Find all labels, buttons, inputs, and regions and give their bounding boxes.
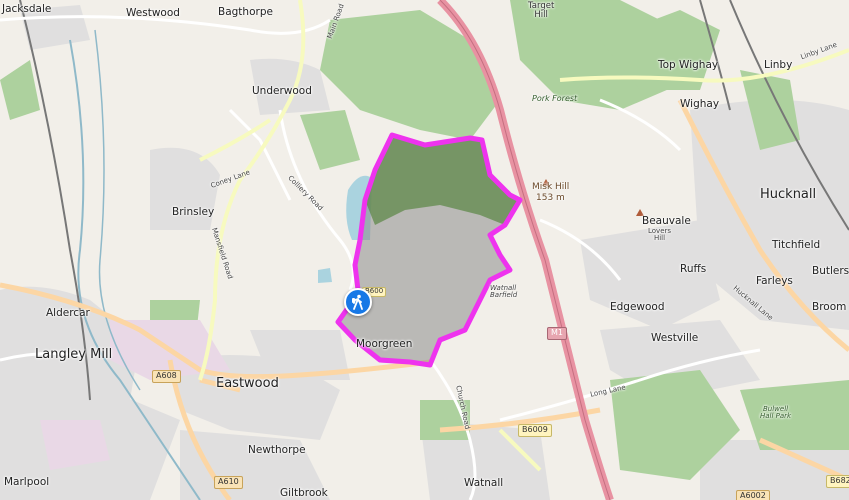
place-pork-forest: Pork Forest [532,94,578,103]
place-lovers-hill: Lovers Hill [648,227,672,242]
misk-hill-height: 153 m [536,193,565,203]
road-ref-a608: A608 [152,370,181,383]
hiker-icon [352,294,363,310]
place-misk-hill: Misk Hill [532,182,570,192]
place-bulwell-hall-park: Bulwell Hall Park [760,405,792,420]
place-moorgreen: Moorgreen [356,338,413,350]
place-aldercar: Aldercar [46,307,90,319]
place-watnall: Watnall [464,477,504,489]
road-ref-m1: M1 [547,327,567,340]
place-broom: Broom [812,301,847,313]
road-ref-a610: A610 [214,476,243,489]
road-ref-a6002: A6002 [736,490,770,500]
place-top-wighay: Top Wighay [658,59,719,71]
place-farleys: Farleys [756,275,793,287]
road-ref-b682: B682 [826,475,849,488]
place-beauvale: Beauvale [642,215,691,227]
map-canvas[interactable] [0,0,849,500]
place-brinsley: Brinsley [172,206,215,218]
place-westville: Westville [651,332,699,344]
place-titchfield: Titchfield [772,239,821,251]
place-giltbrook: Giltbrook [280,487,328,499]
place-hucknall: Hucknall [760,187,817,202]
place-butlers: Butlers [812,265,849,277]
place-jacksdale: Jacksdale [2,3,52,15]
place-edgewood: Edgewood [610,301,665,313]
place-eastwood: Eastwood [216,376,279,391]
place-target-hill: Target Hill [528,1,555,20]
place-westwood: Westwood [126,7,180,19]
place-ruffs: Ruffs [680,263,707,275]
place-linby: Linby [764,59,793,71]
road-ref-b6009: B6009 [518,424,552,437]
place-wighay: Wighay [680,98,720,110]
location-marker[interactable] [344,288,372,316]
place-marlpool: Marlpool [4,476,50,488]
place-watnall-barfield: Watnall Barfield [490,284,518,299]
place-bagthorpe: Bagthorpe [218,6,273,18]
place-underwood: Underwood [252,85,312,97]
place-newthorpe: Newthorpe [248,444,306,456]
place-langley-mill: Langley Mill [35,347,113,362]
map-view[interactable]: Jacksdale Westwood Bagthorpe Target Hill… [0,0,849,500]
